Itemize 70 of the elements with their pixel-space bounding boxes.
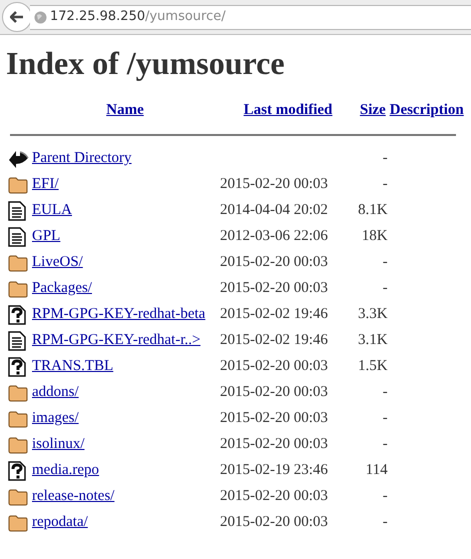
size-column-header[interactable]: Size — [360, 102, 386, 118]
modified-date: 2015-02-19 23:46 — [220, 462, 328, 478]
file-size: - — [382, 514, 388, 530]
file-size: - — [382, 488, 388, 504]
back-icon — [10, 11, 24, 23]
file-size: - — [382, 150, 388, 166]
modified-date: 2012-03-06 22:06 — [220, 228, 328, 244]
modified-date: 2015-02-20 00:03 — [220, 358, 328, 374]
file-size: 8.1K — [358, 202, 388, 218]
globe-icon — [34, 10, 47, 24]
modified-date: 2015-02-20 00:03 — [220, 176, 328, 192]
folder-icon — [8, 254, 28, 272]
file-size: 3.1K — [358, 332, 388, 348]
modified-date: 2015-02-02 19:46 — [220, 332, 328, 348]
file-link[interactable]: addons/ — [32, 384, 79, 400]
file-size: - — [382, 436, 388, 452]
modified-date: 2014-04-04 20:02 — [220, 202, 328, 218]
modified-date: 2015-02-20 00:03 — [220, 410, 328, 426]
folder-icon — [8, 176, 28, 194]
file-link[interactable]: release-notes/ — [32, 488, 114, 504]
unknown-file-icon — [8, 304, 26, 324]
date-column-header[interactable]: Last modified — [244, 102, 332, 118]
file-link[interactable]: isolinux/ — [32, 436, 85, 452]
file-size: - — [382, 176, 388, 192]
file-size: - — [382, 280, 388, 296]
back-arrow-icon — [8, 148, 29, 168]
modified-date: 2015-02-02 19:46 — [220, 306, 328, 322]
modified-date: 2015-02-20 00:03 — [220, 280, 328, 296]
url-host: 172.25.98.250 — [50, 8, 146, 26]
file-size: - — [382, 384, 388, 400]
unknown-file-icon — [8, 460, 26, 480]
folder-icon — [8, 410, 28, 428]
page-heading: Index of /yumsource — [6, 47, 286, 79]
folder-icon — [8, 436, 28, 454]
file-size: 114 — [366, 462, 388, 478]
document-icon — [8, 330, 26, 350]
modified-date: 2015-02-20 00:03 — [220, 384, 328, 400]
document-icon — [8, 226, 26, 246]
file-link[interactable]: Packages/ — [32, 280, 92, 296]
modified-date: 2015-02-20 00:03 — [220, 488, 328, 504]
file-link[interactable]: repodata/ — [32, 514, 88, 530]
modified-date: 2015-02-20 00:03 — [220, 436, 328, 452]
file-link[interactable]: RPM-GPG-KEY-redhat-beta — [32, 306, 206, 322]
url-field[interactable]: 172.25.98.250/yumsource/ — [30, 4, 471, 30]
file-size: 1.5K — [358, 358, 388, 374]
folder-icon — [8, 488, 28, 506]
file-link[interactable]: EULA — [32, 202, 72, 218]
file-size: - — [382, 254, 388, 270]
description-column-header[interactable]: Description — [390, 102, 464, 118]
folder-icon — [8, 280, 28, 298]
url-path: /yumsource/ — [145, 8, 226, 26]
name-column-header[interactable]: Name — [106, 102, 144, 118]
file-size: 18K — [362, 228, 388, 244]
file-size: 3.3K — [358, 306, 388, 322]
file-link[interactable]: LiveOS/ — [32, 254, 83, 270]
folder-icon — [8, 514, 28, 532]
modified-date: 2015-02-20 00:03 — [220, 514, 328, 530]
unknown-file-icon — [8, 356, 26, 376]
file-link[interactable]: EFI/ — [32, 176, 59, 192]
file-link[interactable]: Parent Directory — [32, 150, 132, 166]
back-button[interactable] — [2, 2, 32, 32]
file-link[interactable]: media.repo — [32, 462, 100, 478]
file-size: - — [382, 410, 388, 426]
file-link[interactable]: TRANS.TBL — [32, 358, 114, 374]
file-link[interactable]: images/ — [32, 410, 79, 426]
document-icon — [8, 200, 26, 220]
file-link[interactable]: GPL — [32, 228, 60, 244]
modified-date: 2015-02-20 00:03 — [220, 254, 328, 270]
folder-icon — [8, 384, 28, 402]
file-link[interactable]: RPM-GPG-KEY-redhat-r..> — [32, 332, 200, 348]
